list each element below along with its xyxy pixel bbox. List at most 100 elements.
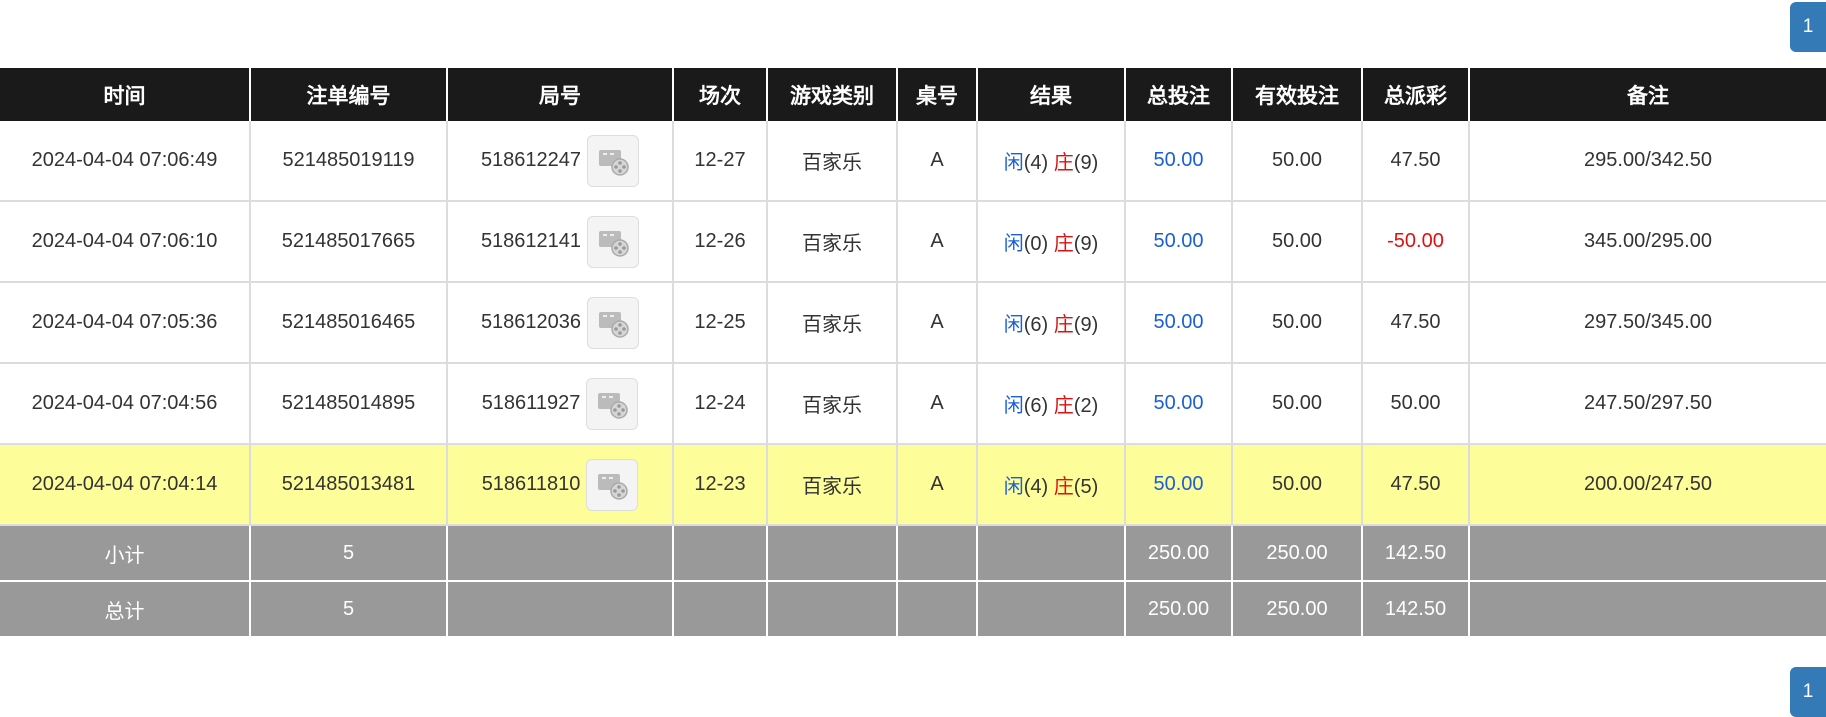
header-note: 备注 xyxy=(1468,68,1826,121)
grand-total-total-bet: 250.00 xyxy=(1124,581,1232,638)
cell-payout: -50.00 xyxy=(1361,201,1469,283)
cell-time: 2024-04-04 07:04:14 xyxy=(0,444,250,526)
cell-valid-bet: 50.00 xyxy=(1231,444,1362,526)
result-player-value: (0) xyxy=(1023,233,1049,255)
cell-session: 12-24 xyxy=(672,363,767,445)
header-result: 结果 xyxy=(976,68,1125,121)
cell-order-no: 521485017665 xyxy=(249,201,447,283)
cell-valid-bet: 50.00 xyxy=(1231,121,1362,202)
cell-game-type: 百家乐 xyxy=(766,363,897,445)
cell-note: 295.00/342.50 xyxy=(1468,121,1826,202)
result-player-label: 闲 xyxy=(1003,152,1024,174)
cell-order-no: 521485016465 xyxy=(249,282,447,364)
header-round-no: 局号 xyxy=(446,68,673,121)
cell-round-no: 518612247 xyxy=(446,121,673,202)
cell-game-type: 百家乐 xyxy=(766,444,897,526)
header-total-bet: 总投注 xyxy=(1124,68,1232,121)
result-player-label: 闲 xyxy=(1003,233,1024,255)
cell-round-no: 518612036 xyxy=(446,282,673,364)
table-row: 2024-04-04 07:05:36 521485016465 518612036… xyxy=(0,282,1826,364)
pagination-page-button-top[interactable]: 1 xyxy=(1790,2,1826,52)
grand-total-count: 5 xyxy=(249,581,447,638)
cell-table-no: A xyxy=(896,282,977,364)
pagination-page-button-bottom[interactable]: 1 xyxy=(1790,667,1826,717)
video-replay-icon[interactable] xyxy=(587,296,640,349)
cell-payout: 47.50 xyxy=(1361,282,1469,364)
subtotal-valid-bet: 250.00 xyxy=(1231,525,1362,582)
cell-valid-bet: 50.00 xyxy=(1231,282,1362,364)
cell-order-no: 521485014895 xyxy=(249,363,447,445)
subtotal-total-bet: 250.00 xyxy=(1124,525,1232,582)
cell-session: 12-27 xyxy=(672,121,767,202)
grand-total-row: 总计 5 250.00 250.00 142.50 xyxy=(0,581,1826,638)
table-row: 2024-04-04 07:06:49 521485019119 518612247… xyxy=(0,121,1826,202)
result-player-value: (6) xyxy=(1023,395,1049,417)
table-header-row: 时间 注单编号 局号 场次 游戏类别 桌号 结果 总投注 有效投注 总派彩 备注 xyxy=(0,68,1826,121)
result-player-value: (4) xyxy=(1023,476,1049,498)
cell-session: 12-25 xyxy=(672,282,767,364)
cell-table-no: A xyxy=(896,201,977,283)
result-player-label: 闲 xyxy=(1003,395,1024,417)
cell-total-bet: 50.00 xyxy=(1124,282,1232,364)
cell-session: 12-23 xyxy=(672,444,767,526)
subtotal-count: 5 xyxy=(249,525,447,582)
header-time: 时间 xyxy=(0,68,250,121)
grand-total-payout: 142.50 xyxy=(1361,581,1469,638)
cell-payout: 50.00 xyxy=(1361,363,1469,445)
cell-payout: 47.50 xyxy=(1361,444,1469,526)
result-banker-value: (9) xyxy=(1073,314,1099,336)
cell-result: 闲(4) 庄(5) xyxy=(976,444,1125,526)
round-no-text: 518611927 xyxy=(481,392,581,414)
bet-records-table: 时间 注单编号 局号 场次 游戏类别 桌号 结果 总投注 有效投注 总派彩 备注… xyxy=(0,68,1826,638)
cell-total-bet: 50.00 xyxy=(1124,201,1232,283)
grand-total-valid-bet: 250.00 xyxy=(1231,581,1362,638)
result-banker-label: 庄 xyxy=(1053,152,1074,174)
header-game-type: 游戏类别 xyxy=(766,68,897,121)
cell-time: 2024-04-04 07:06:49 xyxy=(0,121,250,202)
cell-game-type: 百家乐 xyxy=(766,121,897,202)
result-banker-label: 庄 xyxy=(1053,476,1074,498)
cell-round-no: 518612141 xyxy=(446,201,673,283)
round-no-text: 518611810 xyxy=(481,473,581,495)
result-player-value: (4) xyxy=(1023,152,1049,174)
cell-table-no: A xyxy=(896,121,977,202)
cell-table-no: A xyxy=(896,363,977,445)
result-banker-label: 庄 xyxy=(1053,395,1074,417)
result-banker-value: (9) xyxy=(1073,152,1099,174)
header-payout: 总派彩 xyxy=(1361,68,1469,121)
cell-note: 247.50/297.50 xyxy=(1468,363,1826,445)
header-session: 场次 xyxy=(672,68,767,121)
cell-game-type: 百家乐 xyxy=(766,282,897,364)
table-row: 2024-04-04 07:04:14 521485013481 518611810… xyxy=(0,444,1826,526)
grand-total-label: 总计 xyxy=(0,581,250,638)
subtotal-label: 小计 xyxy=(0,525,250,582)
cell-result: 闲(4) 庄(9) xyxy=(976,121,1125,202)
header-order-no: 注单编号 xyxy=(249,68,447,121)
result-player-value: (6) xyxy=(1023,314,1049,336)
cell-payout: 47.50 xyxy=(1361,121,1469,202)
cell-time: 2024-04-04 07:06:10 xyxy=(0,201,250,283)
cell-valid-bet: 50.00 xyxy=(1231,201,1362,283)
video-replay-icon[interactable] xyxy=(587,134,640,187)
result-player-label: 闲 xyxy=(1003,476,1024,498)
cell-total-bet: 50.00 xyxy=(1124,121,1232,202)
subtotal-row: 小计 5 250.00 250.00 142.50 xyxy=(0,525,1826,582)
cell-note: 297.50/345.00 xyxy=(1468,282,1826,364)
cell-result: 闲(6) 庄(2) xyxy=(976,363,1125,445)
video-replay-icon[interactable] xyxy=(586,377,639,430)
cell-note: 345.00/295.00 xyxy=(1468,201,1826,283)
cell-order-no: 521485019119 xyxy=(249,121,447,202)
header-valid-bet: 有效投注 xyxy=(1231,68,1362,121)
video-replay-icon[interactable] xyxy=(586,458,639,511)
cell-total-bet: 50.00 xyxy=(1124,363,1232,445)
result-banker-value: (5) xyxy=(1073,476,1099,498)
cell-result: 闲(0) 庄(9) xyxy=(976,201,1125,283)
subtotal-payout: 142.50 xyxy=(1361,525,1469,582)
cell-session: 12-26 xyxy=(672,201,767,283)
result-banker-label: 庄 xyxy=(1053,314,1074,336)
video-replay-icon[interactable] xyxy=(587,215,640,268)
cell-time: 2024-04-04 07:04:56 xyxy=(0,363,250,445)
cell-note: 200.00/247.50 xyxy=(1468,444,1826,526)
result-banker-value: (2) xyxy=(1073,395,1099,417)
cell-round-no: 518611810 xyxy=(446,444,673,526)
